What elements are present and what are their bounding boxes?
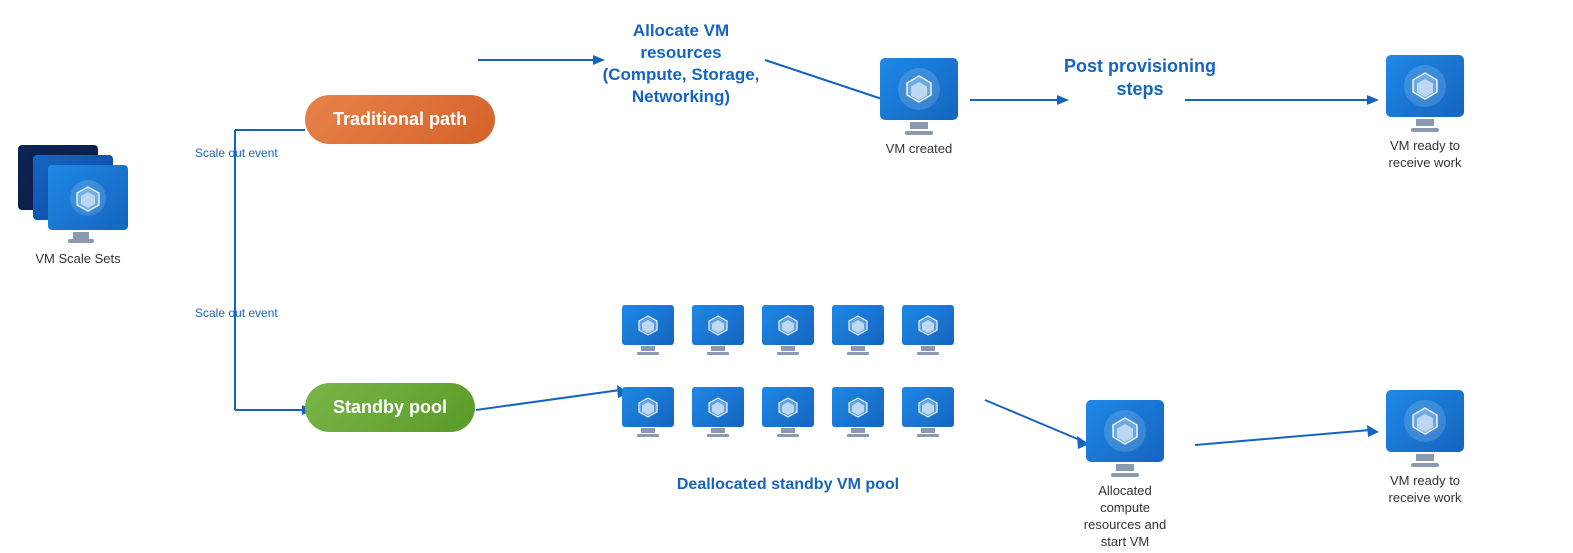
allocate-vm-label: Allocate VM resources (Compute, Storage,… xyxy=(596,20,766,108)
standby-vm-6 xyxy=(615,387,681,465)
standby-vm-2 xyxy=(685,305,751,383)
vm-ready-bottom-icon: VM ready to receive work xyxy=(1375,390,1475,507)
vm-ready-top-icon: VM ready to receive work xyxy=(1375,55,1475,172)
standby-vm-9 xyxy=(825,387,891,465)
standby-vm-10 xyxy=(895,387,961,465)
standby-pool-grid: Deallocated standby VM pool xyxy=(615,305,961,496)
standby-pool-label: Deallocated standby VM pool xyxy=(615,475,961,496)
standby-vm-4 xyxy=(825,305,891,383)
standby-vm-3 xyxy=(755,305,821,383)
allocated-compute-icon: Allocated compute resources and start VM xyxy=(1075,400,1175,551)
standby-pool-pill: Standby pool xyxy=(305,383,475,432)
standby-vm-7 xyxy=(685,387,751,465)
scale-event-bottom: Scale out event xyxy=(195,305,278,322)
diagram-container: 🖥 ⬡ VM Scale Sets Scale out even xyxy=(0,0,1573,553)
vm-created-icon: VM created xyxy=(880,58,958,158)
standby-vm-8 xyxy=(755,387,821,465)
vm-scale-sets-group: 🖥 ⬡ VM Scale Sets xyxy=(18,145,138,266)
standby-vm-5 xyxy=(895,305,961,383)
standby-vm-1 xyxy=(615,305,681,383)
scale-event-top: Scale out event xyxy=(195,145,278,162)
post-provisioning-label: Post provisioning steps xyxy=(1060,55,1220,102)
traditional-path-pill: Traditional path xyxy=(305,95,495,144)
vm-scale-sets-label: VM Scale Sets xyxy=(18,251,138,266)
